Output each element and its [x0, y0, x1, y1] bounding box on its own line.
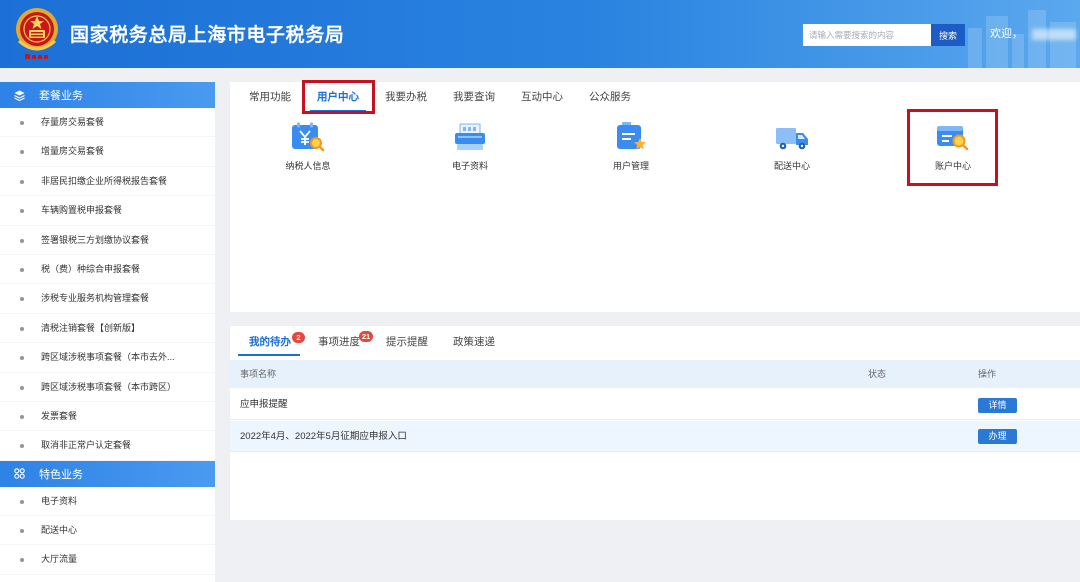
details-button[interactable]: 详情 — [978, 398, 1017, 413]
sidebar-item-invoice[interactable]: 发票套餐 — [0, 402, 215, 432]
left-sidebar: 套餐业务 存量房交易套餐 增量房交易套餐 非居民扣缴企业所得税报告套餐 车辆购置… — [0, 82, 215, 582]
highlight-box-user-center-tab — [302, 80, 375, 114]
todo-item-name: 应申报提醒 — [240, 399, 288, 410]
search-input[interactable] — [803, 24, 931, 46]
shortcut-e-documents[interactable]: 电子资料 — [420, 121, 520, 177]
header-skyline-decoration — [986, 16, 1008, 68]
table-row: 应申报提醒 详情 — [230, 389, 1080, 420]
sidebar-section-packages[interactable]: 套餐业务 — [0, 82, 215, 108]
shortcut-user-management[interactable]: 用户管理 — [581, 121, 681, 177]
sidebar-item-cross-region-outbound[interactable]: 跨区域涉税事项套餐（本市去外... — [0, 343, 215, 373]
sidebar-section-title: 套餐业务 — [39, 90, 83, 102]
tax-emblem-logo — [12, 5, 62, 63]
tab-common-functions[interactable]: 常用功能 — [249, 90, 291, 104]
sidebar-item-new-housing-transaction[interactable]: 增量房交易套餐 — [0, 137, 215, 167]
welcome-text: 欢迎， — [990, 28, 1023, 40]
tab-tax-handling[interactable]: 我要办税 — [385, 90, 427, 104]
delivery-truck-icon — [774, 121, 810, 153]
highlight-box-account-center — [907, 109, 998, 186]
sidebar-item-tax-deregistration[interactable]: 清税注销套餐【创新版】 — [0, 314, 215, 344]
user-name-blurred[interactable] — [1032, 29, 1076, 40]
table-row: 2022年4月、2022年5月征期应申报入口 办理 — [230, 421, 1080, 452]
taxpayer-info-icon — [290, 121, 326, 153]
process-button[interactable]: 办理 — [978, 429, 1017, 444]
tab-public-services[interactable]: 公众服务 — [589, 90, 631, 104]
shortcut-label: 配送中心 — [773, 161, 810, 171]
todo-item-name: 2022年4月、2022年5月征期应申报入口 — [240, 431, 407, 442]
column-header-action: 操作 — [978, 369, 997, 379]
layers-icon — [14, 90, 25, 101]
search-button[interactable]: 搜索 — [931, 24, 965, 46]
active-tab-indicator — [238, 354, 300, 356]
apps-icon — [14, 468, 25, 479]
sidebar-section-title: 特色业务 — [39, 468, 83, 481]
sidebar-item-bank-tax-agreement[interactable]: 签署银税三方划缴协议套餐 — [0, 226, 215, 255]
sidebar-item-nonresident-withholding-report[interactable]: 非居民扣缴企业所得税报告套餐 — [0, 167, 215, 197]
sidebar-item-e-documents[interactable]: 电子资料 — [0, 487, 215, 517]
shortcut-label: 用户管理 — [612, 161, 649, 171]
todo-panel: 我的待办 2 事项进度 21 提示提醒 政策速递 事项名称 状态 操作 应申报提… — [230, 326, 1080, 520]
e-document-icon — [452, 121, 488, 153]
sidebar-item-hall-traffic[interactable]: 大厅流量 — [0, 545, 215, 575]
sidebar-item-tax-agency-management[interactable]: 涉税专业服务机构管理套餐 — [0, 284, 215, 314]
user-management-icon — [613, 121, 649, 153]
tab-reminders[interactable]: 提示提醒 — [386, 335, 428, 349]
tab-interaction-center[interactable]: 互动中心 — [521, 90, 563, 104]
sidebar-item-existing-housing-transaction[interactable]: 存量房交易套餐 — [0, 108, 215, 138]
sidebar-section-featured[interactable]: 特色业务 — [0, 460, 215, 487]
table-header: 事项名称 状态 操作 — [230, 360, 1080, 388]
shortcut-taxpayer-info[interactable]: 纳税人信息 — [258, 121, 358, 177]
tab-inquiry[interactable]: 我要查询 — [453, 90, 495, 104]
tab-policy-updates[interactable]: 政策速递 — [453, 335, 495, 349]
tab-my-todos[interactable]: 我的待办 — [249, 335, 291, 349]
shortcut-delivery-center[interactable]: 配送中心 — [742, 121, 842, 177]
todo-count-badge: 2 — [292, 332, 305, 343]
column-header-status: 状态 — [868, 369, 887, 379]
tab-item-progress[interactable]: 事项进度 — [318, 335, 360, 349]
top-header: 国家税务总局上海市电子税务局 搜索 欢迎， — [0, 0, 1080, 68]
progress-count-badge: 21 — [359, 331, 373, 342]
sidebar-item-delivery-center[interactable]: 配送中心 — [0, 516, 215, 546]
column-header-item-name: 事项名称 — [240, 369, 277, 379]
site-title: 国家税务总局上海市电子税务局 — [70, 25, 345, 46]
sidebar-item-vehicle-purchase-tax[interactable]: 车辆购置税申报套餐 — [0, 196, 215, 226]
shortcut-label: 电子资料 — [451, 161, 488, 171]
header-skyline-decoration — [968, 28, 982, 68]
sidebar-item-comprehensive-tax-filing[interactable]: 税（费）种综合申报套餐 — [0, 255, 215, 285]
shortcut-label: 纳税人信息 — [285, 161, 331, 171]
sidebar-item-cancel-abnormal-status[interactable]: 取消非正常户认定套餐 — [0, 431, 215, 461]
sidebar-item-cross-region-intracity[interactable]: 跨区域涉税事项套餐（本市跨区） — [0, 373, 215, 402]
